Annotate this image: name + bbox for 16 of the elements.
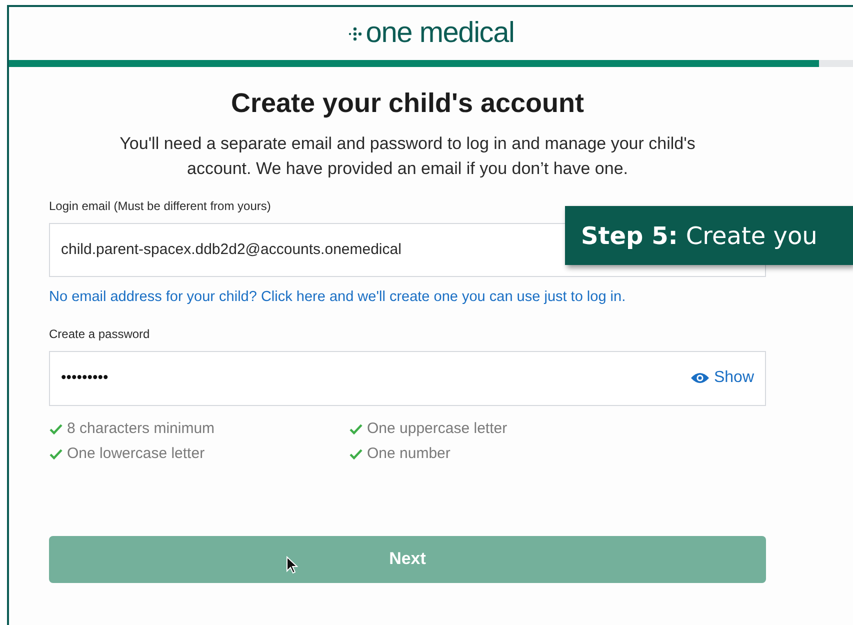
requirement-text: One number bbox=[367, 444, 450, 464]
requirement-text: One lowercase letter bbox=[67, 444, 205, 464]
create-email-link[interactable]: No email address for your child? Click here and we'll create one you can use just to log in. bbox=[49, 286, 766, 308]
intro-text: You'll need a separate email and password to log in and manage your child's account. We have provided an email if you don’t have one. bbox=[118, 132, 696, 180]
requirement-text: One uppercase letter bbox=[367, 418, 508, 438]
step-tooltip: Step 5: Create you bbox=[565, 206, 853, 265]
field-label: Login email (Must be different from yours) bbox=[49, 198, 272, 215]
eye-icon bbox=[690, 371, 710, 385]
pointer-icon bbox=[286, 556, 298, 574]
page-title: Create your child's account bbox=[230, 87, 586, 120]
requirement-text: 8 characters minimum bbox=[67, 418, 215, 438]
field-label: Create a password bbox=[49, 326, 151, 342]
logo-icon bbox=[348, 26, 362, 40]
show-password-button[interactable]: Show bbox=[690, 366, 754, 390]
logo-text: one medical bbox=[366, 19, 514, 48]
password-field[interactable]: ••••••••• Show bbox=[49, 350, 766, 406]
